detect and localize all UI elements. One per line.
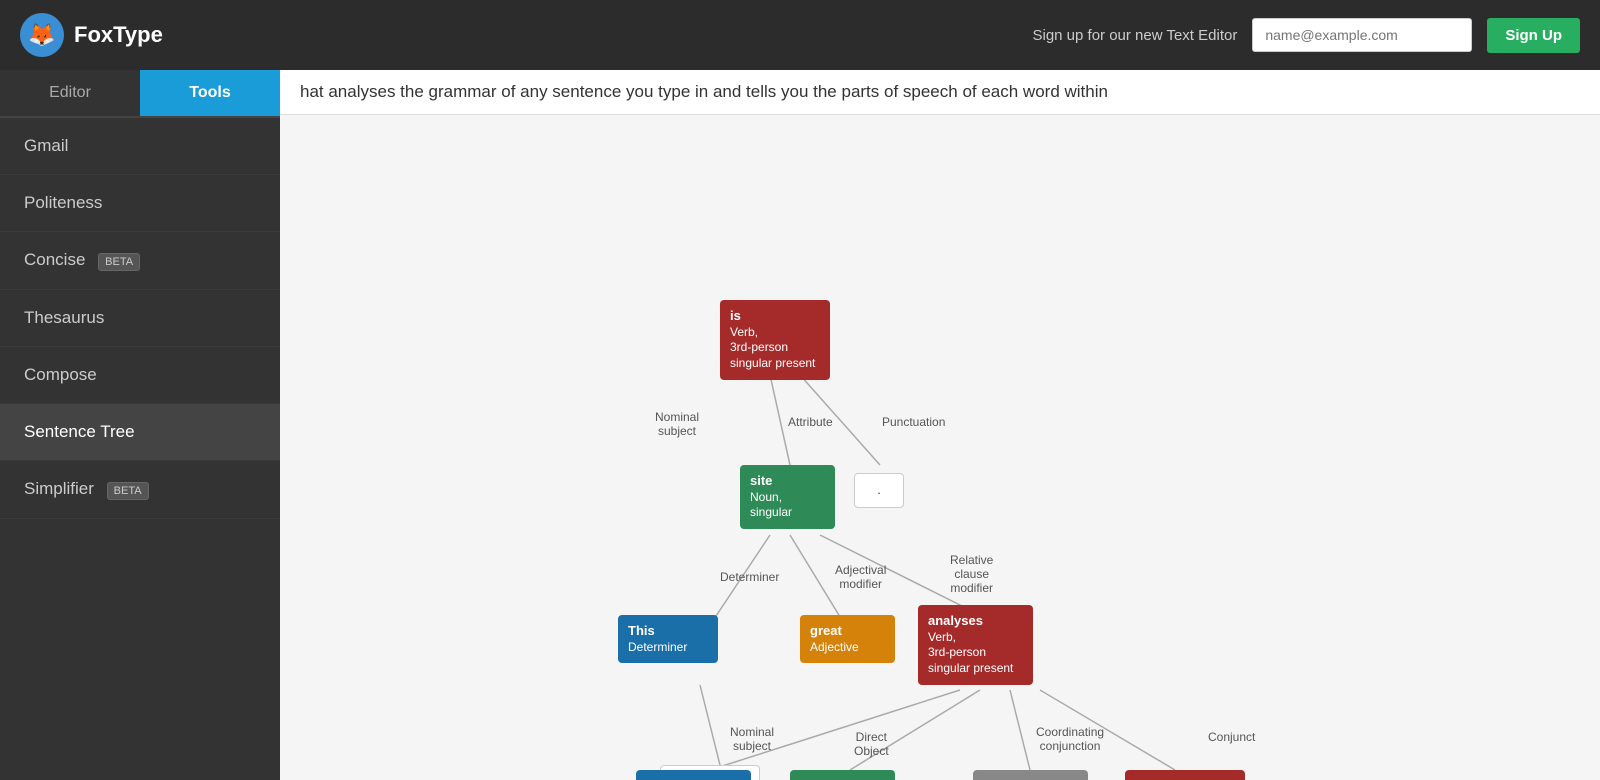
tab-tools[interactable]: Tools [140,70,280,116]
edge-label-direct-object: DirectObject [854,730,889,758]
logo-fox-icon: 🦊 [20,13,64,57]
node-analyses-word: analyses [928,613,1023,630]
sidebar-item-compose[interactable]: Compose [0,347,280,404]
sidebar-item-sentence-tree[interactable]: Sentence Tree [0,404,280,461]
node-this-word: This [628,623,708,640]
signup-button[interactable]: Sign Up [1487,18,1580,53]
edge-label-nominal-subject: Nominalsubject [655,410,699,438]
node-dot[interactable]: . [854,473,904,508]
node-this-pos: Determiner [628,640,708,656]
email-input[interactable] [1252,18,1472,52]
edge-label-punctuation: Punctuation [882,415,945,429]
node-grammar[interactable]: grammar Noun,singular [790,770,895,780]
node-site-word: site [750,473,825,490]
tree-area[interactable]: is Verb,3rd-personsingular present site … [280,115,1600,780]
edge-label-determiner1: Determiner [720,570,779,584]
sidebar-item-concise[interactable]: Concise BETA [0,232,280,290]
node-great-pos: Adjective [810,640,885,656]
edge-label-adjectival: Adjectivalmodifier [835,563,886,591]
node-that[interactable]: that Wh-determiner [636,770,751,780]
node-this[interactable]: This Determiner [618,615,718,663]
edge-label-relative-clause: Relativeclausemodifier [950,553,993,595]
logo-area: 🦊 FoxType [20,13,300,57]
node-is-pos: Verb,3rd-personsingular present [730,325,820,372]
edge-label-conjunct: Conjunct [1208,730,1255,744]
node-site-pos: Noun,singular [750,490,825,521]
sidebar-tabs: Editor Tools [0,70,280,118]
edge-label-attribute: Attribute [788,415,833,429]
content-area: hat analyses the grammar of any sentence… [280,70,1600,780]
node-great-word: great [810,623,885,640]
main-layout: Editor Tools Gmail Politeness Concise BE… [0,70,1600,780]
node-analyses-pos: Verb,3rd-personsingular present [928,630,1023,677]
tab-editor[interactable]: Editor [0,70,140,116]
edge-label-coordinating: Coordinatingconjunction [1036,725,1104,753]
node-is[interactable]: is Verb,3rd-personsingular present [720,300,830,380]
node-tells[interactable]: tells Verb,3rd-personsingular present [1125,770,1245,780]
signup-text: Sign up for our new Text Editor [1032,27,1237,44]
sidebar-item-thesaurus[interactable]: Thesaurus [0,290,280,347]
concise-badge: BETA [98,253,140,271]
text-bar-value: hat analyses the grammar of any sentence… [300,82,1108,101]
node-is-word: is [730,308,820,325]
simplifier-badge: BETA [107,482,149,500]
node-and[interactable]: and Coordinatingconjunction [973,770,1088,780]
node-analyses[interactable]: analyses Verb,3rd-personsingular present [918,605,1033,685]
sidebar: Editor Tools Gmail Politeness Concise BE… [0,70,280,780]
node-dot-word: . [865,482,893,499]
sidebar-item-politeness[interactable]: Politeness [0,175,280,232]
header: 🦊 FoxType Sign up for our new Text Edito… [0,0,1600,70]
node-great[interactable]: great Adjective [800,615,895,663]
logo-text: FoxType [74,22,163,48]
edge-label-nominal-subject2: Nominalsubject [730,725,774,753]
sidebar-item-gmail[interactable]: Gmail [0,118,280,175]
sidebar-item-simplifier[interactable]: Simplifier BETA [0,461,280,519]
sidebar-items: Gmail Politeness Concise BETA Thesaurus … [0,118,280,780]
header-right: Sign up for our new Text Editor Sign Up [300,18,1580,53]
text-input-bar[interactable]: hat analyses the grammar of any sentence… [280,70,1600,115]
node-site[interactable]: site Noun,singular [740,465,835,529]
